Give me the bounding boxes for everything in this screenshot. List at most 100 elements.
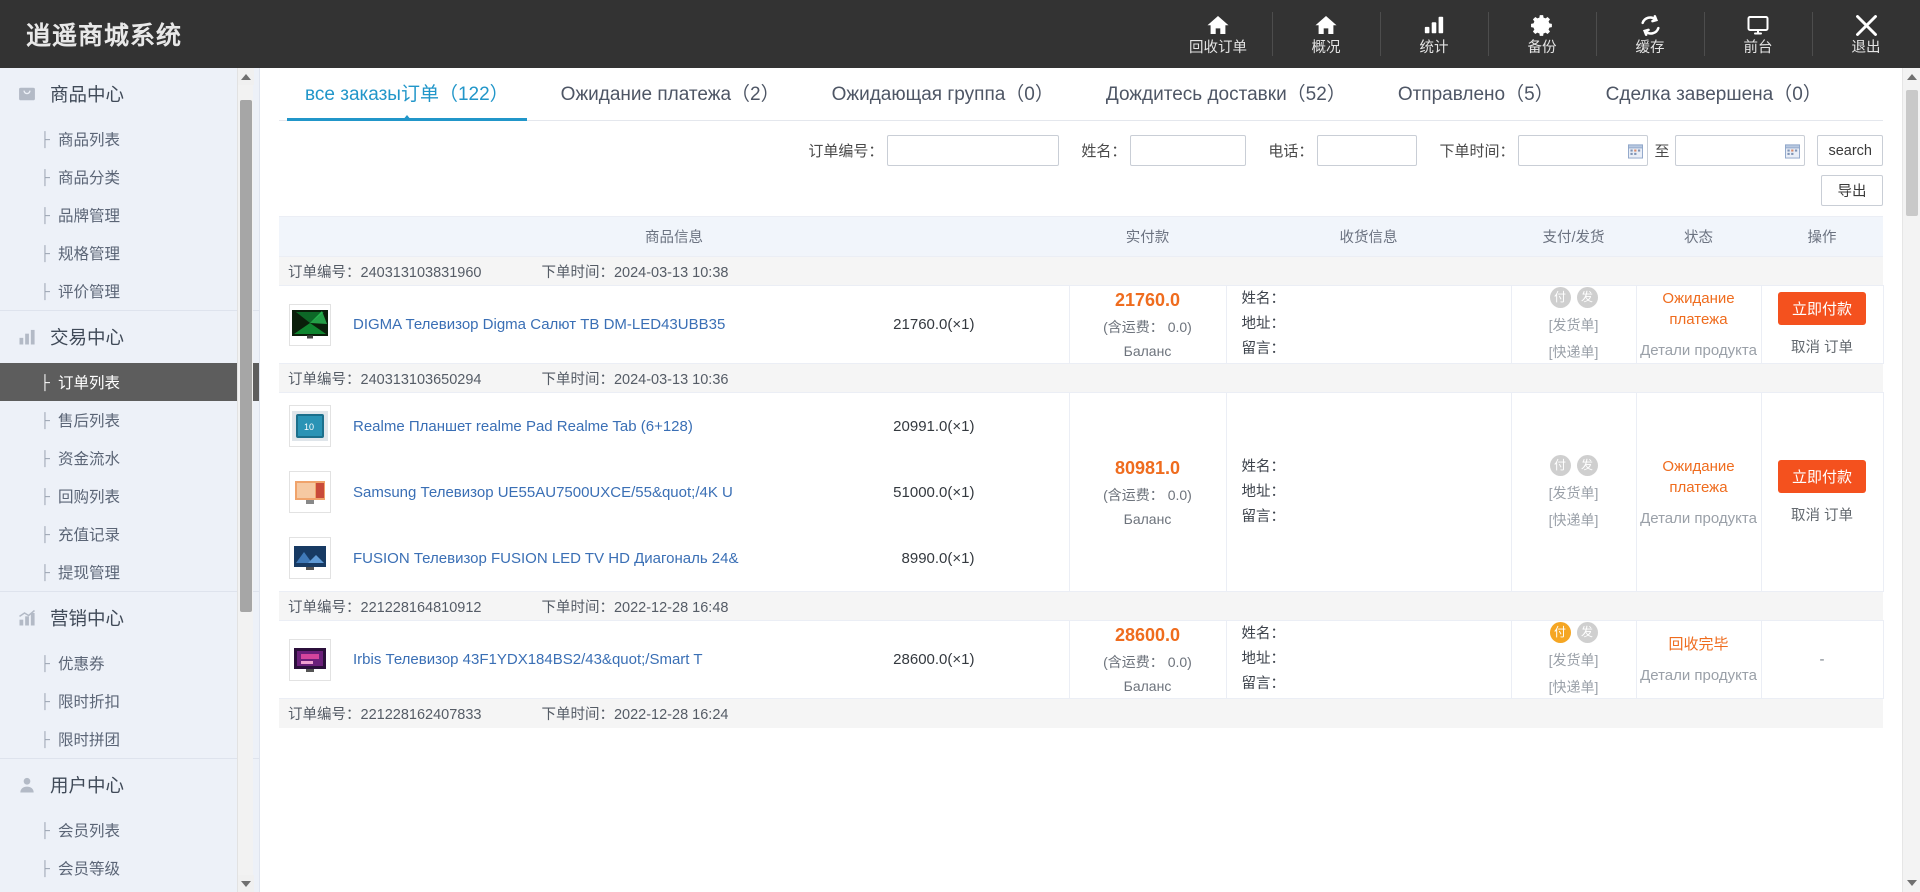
tab-shipped[interactable]: Отправлено（5） <box>1372 79 1580 120</box>
branch-icon: ├ <box>40 169 50 185</box>
branch-icon: ├ <box>40 374 50 390</box>
sidebar-item-product-category[interactable]: ├商品分类 <box>0 158 259 196</box>
sidebar-scrollbar[interactable] <box>237 68 253 892</box>
sidebar-item-fund-flow[interactable]: ├资金流水 <box>0 439 259 477</box>
topnav-overview[interactable]: 概况 <box>1272 0 1380 68</box>
product-thumbnail[interactable] <box>289 639 331 681</box>
no-action-placeholder: - <box>1820 651 1825 668</box>
header-paid-amount: 实付款 <box>1069 217 1226 257</box>
topnav-recycle-orders[interactable]: 回收订单 <box>1164 0 1272 68</box>
scroll-down-icon[interactable] <box>1903 874 1920 892</box>
receiver-address-label: 地址： <box>1242 480 1510 505</box>
cancel-order-link[interactable]: 取消 订单 <box>1763 504 1882 525</box>
order-status-cell: Ожидание платежа Детали продукта <box>1636 286 1761 364</box>
express-note-link[interactable]: [快递单] <box>1513 677 1635 697</box>
order-meta-cell: 订单编号：221228162407833 下单时间：2022-12-28 16:… <box>279 699 1883 728</box>
topnav-statistics[interactable]: 统计 <box>1380 0 1488 68</box>
product-name-link[interactable]: Irbis Телевизор 43F1YDX184BS2/43&quot;/S… <box>353 651 703 668</box>
scroll-up-icon[interactable] <box>1903 68 1920 86</box>
delivery-note-link[interactable]: [发货单] <box>1513 650 1635 670</box>
topnav-logout[interactable]: 退出 <box>1812 0 1920 68</box>
topnav-frontend[interactable]: 前台 <box>1704 0 1812 68</box>
product-detail-link[interactable]: Детали продукта <box>1638 665 1760 686</box>
export-button[interactable]: 导出 <box>1821 175 1883 206</box>
app-brand-title: 逍遥商城系统 <box>0 0 182 68</box>
search-button[interactable]: search <box>1817 135 1883 166</box>
calendar-icon[interactable] <box>1628 143 1643 159</box>
tab-awaiting-payment[interactable]: Ожидание платежа（2） <box>535 79 806 120</box>
product-name-link[interactable]: Realme Планшет realme Pad Realme Tab (6+… <box>353 418 693 435</box>
pay-now-button[interactable]: 立即付款 <box>1778 292 1866 325</box>
sidebar-group-header-products[interactable]: 商品中心 <box>0 68 259 120</box>
product-detail-link[interactable]: Детали продукта <box>1638 508 1760 529</box>
tab-label: Дождитесь доставки（52） <box>1106 84 1346 105</box>
tab-awaiting-delivery[interactable]: Дождитесь доставки（52） <box>1080 79 1372 120</box>
product-thumbnail[interactable] <box>289 304 331 346</box>
pay-now-button[interactable]: 立即付款 <box>1778 460 1866 493</box>
header-shipping-info: 收货信息 <box>1226 217 1511 257</box>
order-pay-ship-cell: 付 发 [发货单] [快递单] <box>1511 286 1636 364</box>
sidebar-group-header-trade[interactable]: 交易中心 <box>0 311 259 363</box>
product-thumbnail[interactable] <box>289 537 331 579</box>
sidebar-item-brand-management[interactable]: ├品牌管理 <box>0 196 259 234</box>
order-no-input[interactable] <box>887 135 1059 166</box>
top-navigation: 回收订单 概况 统计 备份 缓存 <box>1164 0 1920 68</box>
sidebar-item-product-list[interactable]: ├商品列表 <box>0 120 259 158</box>
paid-amount: 28600.0 <box>1071 625 1225 646</box>
sidebar-item-label: 售后列表 <box>58 409 120 431</box>
tab-awaiting-group[interactable]: Ожидающая группа（0） <box>806 79 1080 120</box>
tab-all-orders[interactable]: все заказы订单（122） <box>279 79 535 120</box>
order-paid-amount-cell: 28600.0 (含运费： 0.0) Баланс <box>1069 621 1226 699</box>
product-price-qty: 51000.0(×1) <box>893 484 974 501</box>
sidebar-scroll-thumb[interactable] <box>240 100 252 612</box>
phone-input[interactable] <box>1317 135 1417 166</box>
product-detail-link[interactable]: Детали продукта <box>1638 340 1760 361</box>
topnav-backup[interactable]: 备份 <box>1488 0 1596 68</box>
order-goods-cell: 10 Realme Планшет realme Pad Realme Tab … <box>279 393 1069 592</box>
express-note-link[interactable]: [快递单] <box>1513 342 1635 362</box>
sidebar-item-withdraw-management[interactable]: ├提现管理 <box>0 553 259 591</box>
sidebar-group-title: 营销中心 <box>50 605 124 631</box>
main-scrollbar[interactable] <box>1902 68 1920 892</box>
topnav-cache[interactable]: 缓存 <box>1596 0 1704 68</box>
product-name-link[interactable]: FUSION Телевизор FUSION LED TV HD Диагон… <box>353 550 739 567</box>
paid-amount: 21760.0 <box>1071 290 1225 311</box>
sidebar-item-member-level[interactable]: ├会员等级 <box>0 849 259 887</box>
sidebar-item-spec-management[interactable]: ├规格管理 <box>0 234 259 272</box>
sidebar-item-order-list[interactable]: ├订单列表 <box>0 363 259 401</box>
order-pay-ship-cell: 付 发 [发货单] [快递单] <box>1511 393 1636 592</box>
sidebar-item-member-list[interactable]: ├会员列表 <box>0 811 259 849</box>
sidebar-item-coupon[interactable]: ├优惠券 <box>0 644 259 682</box>
delivery-note-link[interactable]: [发货单] <box>1513 315 1635 335</box>
receiver-info: 姓名： 地址： 留言： <box>1228 455 1510 530</box>
receiver-name-label: 姓名： <box>1242 455 1510 480</box>
scroll-down-icon[interactable] <box>238 875 254 892</box>
product-thumbnail[interactable] <box>289 471 331 513</box>
gear-icon <box>1530 12 1555 38</box>
topbar-spacer <box>182 0 1164 68</box>
sidebar-item-aftersale-list[interactable]: ├售后列表 <box>0 401 259 439</box>
main-scroll-thumb[interactable] <box>1906 90 1918 216</box>
sidebar-item-review-management[interactable]: ├评价管理 <box>0 272 259 310</box>
sidebar-item-limited-discount[interactable]: ├限时折扣 <box>0 682 259 720</box>
sidebar-item-recharge-records[interactable]: ├充值记录 <box>0 515 259 553</box>
product-thumbnail[interactable]: 10 <box>289 405 331 447</box>
status-badge: Ожидание платежа <box>1638 456 1760 498</box>
product-name-link[interactable]: DIGMA Телевизор Digma Салют ТВ DM-LED43U… <box>353 316 725 333</box>
product-name-link[interactable]: Samsung Телевизор UE55AU7500UXCE/55&quot… <box>353 484 733 501</box>
sidebar-item-label: 会员等级 <box>58 857 120 879</box>
calendar-icon[interactable] <box>1785 143 1800 159</box>
scroll-up-icon[interactable] <box>238 68 254 85</box>
sidebar-group-header-users[interactable]: 用户中心 <box>0 759 259 811</box>
tab-label: Ожидание платежа（2） <box>561 84 780 105</box>
receiver-remark-label: 留言： <box>1242 672 1510 697</box>
express-note-link[interactable]: [快递单] <box>1513 510 1635 530</box>
sidebar-item-limited-group-buy[interactable]: ├限时拼团 <box>0 720 259 758</box>
pay-status-dot: 付 <box>1550 287 1571 308</box>
name-input[interactable] <box>1130 135 1246 166</box>
sidebar-item-repurchase-list[interactable]: ├回购列表 <box>0 477 259 515</box>
delivery-note-link[interactable]: [发货单] <box>1513 483 1635 503</box>
tab-completed[interactable]: Сделка завершена（0） <box>1580 79 1848 120</box>
sidebar-group-header-marketing[interactable]: 营销中心 <box>0 592 259 644</box>
cancel-order-link[interactable]: 取消 订单 <box>1763 336 1882 357</box>
